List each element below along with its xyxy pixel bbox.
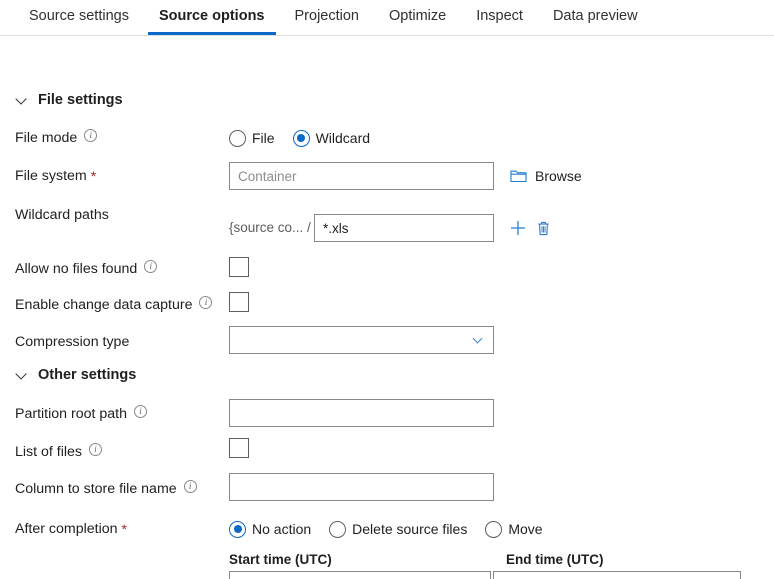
label-compression-type-text: Compression type xyxy=(15,334,130,350)
radio-dot-icon xyxy=(329,520,347,538)
allow-no-files-found-checkbox[interactable] xyxy=(229,257,249,277)
chevron-down-icon xyxy=(474,335,484,345)
radio-group-file-mode: File Wildcard xyxy=(229,129,371,147)
label-enable-change-data-capture-text: Enable change data capture xyxy=(15,297,193,313)
label-file-mode: File mode xyxy=(15,129,98,147)
wildcard-path-prefix: {source co... / xyxy=(229,220,311,235)
label-column-to-store-file-name: Column to store file name xyxy=(15,480,197,498)
label-partition-root-path-text: Partition root path xyxy=(15,406,127,422)
radio-label-move: Move xyxy=(508,521,543,537)
label-enable-change-data-capture: Enable change data capture xyxy=(15,296,213,314)
info-icon[interactable] xyxy=(144,260,158,273)
label-file-system: File system * xyxy=(15,167,96,185)
label-after-completion: After completion * xyxy=(15,520,127,538)
end-time-label: End time (UTC) xyxy=(506,552,604,567)
compression-type-dropdown[interactable] xyxy=(229,326,494,354)
tab-source-options[interactable]: Source options xyxy=(144,0,280,35)
start-time-input[interactable] xyxy=(229,571,491,579)
partition-root-path-input[interactable] xyxy=(229,399,494,427)
label-list-of-files: List of files xyxy=(15,443,103,461)
folder-icon xyxy=(510,170,527,183)
label-compression-type: Compression type xyxy=(15,333,129,351)
tab-projection[interactable]: Projection xyxy=(280,0,374,35)
label-partition-root-path: Partition root path xyxy=(15,405,147,423)
required-asterisk: * xyxy=(121,521,127,537)
section-header-file-settings[interactable]: File settings xyxy=(15,92,123,108)
browse-button[interactable]: Browse xyxy=(510,168,582,184)
chevron-down-icon xyxy=(15,93,29,107)
tab-data-preview[interactable]: Data preview xyxy=(538,0,653,35)
section-title-other-settings: Other settings xyxy=(38,367,137,383)
info-icon[interactable] xyxy=(89,443,103,456)
delete-wildcard-path-button[interactable] xyxy=(533,218,553,238)
row-after-completion: After completion * No action Delete sour… xyxy=(0,517,774,541)
label-allow-no-files-found-text: Allow no files found xyxy=(15,261,138,277)
info-icon[interactable] xyxy=(134,405,147,418)
radio-dot-selected-icon xyxy=(229,520,246,538)
label-wildcard-paths-text: Wildcard paths xyxy=(15,207,109,223)
label-column-to-store-file-name-text: Column to store file name xyxy=(15,481,177,497)
radio-label-file: File xyxy=(252,130,275,146)
info-icon[interactable] xyxy=(183,480,197,493)
radio-file-mode-file[interactable]: File xyxy=(229,129,275,147)
radio-dot-selected-icon xyxy=(292,129,310,147)
label-after-completion-text: After completion xyxy=(15,521,118,537)
plus-icon xyxy=(511,221,525,235)
row-enable-change-data-capture: Enable change data capture xyxy=(0,293,774,317)
file-system-input[interactable] xyxy=(229,162,494,190)
label-wildcard-paths: Wildcard paths xyxy=(15,206,109,224)
enable-change-data-capture-checkbox[interactable] xyxy=(229,292,249,312)
radio-label-wildcard: Wildcard xyxy=(315,130,371,146)
tab-source-settings[interactable]: Source settings xyxy=(14,0,144,35)
radio-after-completion-move[interactable]: Move xyxy=(485,520,543,538)
row-list-of-files: List of files xyxy=(0,440,774,464)
row-allow-no-files-found: Allow no files found xyxy=(0,257,774,281)
radio-label-delete-source-files: Delete source files xyxy=(352,521,468,537)
radio-dot-icon xyxy=(485,520,503,538)
section-header-other-settings[interactable]: Other settings xyxy=(15,367,136,383)
tab-inspect[interactable]: Inspect xyxy=(461,0,538,35)
end-time-input[interactable] xyxy=(493,571,741,579)
trash-icon xyxy=(537,221,549,235)
info-icon[interactable] xyxy=(84,129,98,142)
tab-bar: Source settings Source options Projectio… xyxy=(0,0,774,36)
add-wildcard-path-button[interactable] xyxy=(508,218,528,238)
browse-label: Browse xyxy=(535,168,582,184)
tab-optimize[interactable]: Optimize xyxy=(374,0,461,35)
column-to-store-file-name-input[interactable] xyxy=(229,473,494,501)
chevron-down-icon xyxy=(15,368,29,382)
label-file-mode-text: File mode xyxy=(15,130,78,146)
wildcard-path-input[interactable] xyxy=(314,214,494,242)
info-icon[interactable] xyxy=(199,296,213,309)
label-list-of-files-text: List of files xyxy=(15,444,83,460)
section-title-file-settings: File settings xyxy=(38,92,123,108)
label-allow-no-files-found: Allow no files found xyxy=(15,260,158,278)
radio-group-after-completion: No action Delete source files Move xyxy=(229,520,543,538)
label-file-system-text: File system xyxy=(15,168,87,184)
required-asterisk: * xyxy=(90,168,97,184)
list-of-files-checkbox[interactable] xyxy=(229,438,249,458)
radio-after-completion-no-action[interactable]: No action xyxy=(229,520,312,538)
radio-dot-icon xyxy=(229,129,246,147)
row-file-mode: File mode File Wildcard xyxy=(0,126,774,150)
start-time-label: Start time (UTC) xyxy=(229,552,332,567)
radio-label-no-action: No action xyxy=(252,521,312,537)
radio-file-mode-wildcard[interactable]: Wildcard xyxy=(292,129,371,147)
radio-after-completion-delete-source-files[interactable]: Delete source files xyxy=(329,520,468,538)
